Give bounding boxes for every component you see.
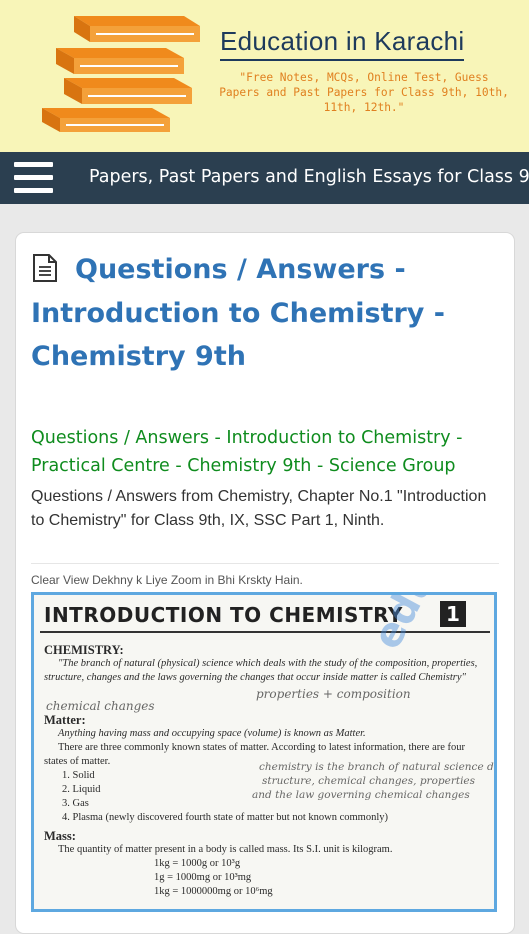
nav-bar: Papers, Past Papers and English Essays f… xyxy=(0,152,529,204)
scan-unit-row: 1kg = 1000000mg or 10⁶mg xyxy=(154,886,273,897)
scan-section-matter: Matter: xyxy=(44,713,86,727)
books-stack-icon[interactable] xyxy=(34,12,202,134)
scan-handwriting: structure, chemical changes, properties xyxy=(262,775,476,787)
scan-chemistry-definition: "The branch of natural (physical) scienc… xyxy=(44,658,478,683)
scan-handwriting: chemistry is the branch of natural scien… xyxy=(259,761,494,773)
site-tagline: "Free Notes, MCQs, Online Test, Guess Pa… xyxy=(219,71,509,114)
scan-unit-row: 1kg = 1000g or 10³g xyxy=(154,858,241,869)
scan-handwriting: and the law governing chemical changes xyxy=(252,789,470,801)
scan-handwriting: chemical changes xyxy=(46,699,155,713)
scan-state-item: 4. Plasma (newly discovered fourth state… xyxy=(62,812,389,823)
zoom-note: Clear View Dekhny k Liye Zoom in Bhi Krs… xyxy=(31,573,303,587)
nav-marquee-text[interactable]: Papers, Past Papers and English Essays f… xyxy=(89,167,529,187)
scan-matter-definition: Anything having mass and occupying space… xyxy=(58,728,366,739)
scan-heading: INTRODUCTION TO CHEMISTRY xyxy=(44,603,403,627)
post-subtitle: Questions / Answers - Introduction to Ch… xyxy=(31,428,463,476)
scan-handwriting: properties + composition xyxy=(256,687,411,701)
scan-rule xyxy=(40,631,490,633)
divider xyxy=(31,563,499,564)
post-description: Questions / Answers from Chemistry, Chap… xyxy=(31,488,487,529)
post-title[interactable]: Questions / Answers - Introduction to Ch… xyxy=(31,248,491,379)
scan-unit-row: 1g = 1000mg or 10³mg xyxy=(154,872,252,883)
scan-section-chemistry: CHEMISTRY: xyxy=(44,643,124,657)
scan-mass-definition: The quantity of matter present in a body… xyxy=(58,844,393,855)
hamburger-menu-icon[interactable] xyxy=(14,160,54,196)
scan-chapter-number: 1 xyxy=(440,601,466,627)
scan-section-mass: Mass: xyxy=(44,829,76,843)
notes-scan-image[interactable]: INTRODUCTION TO CHEMISTRY 1 CHEMISTRY: "… xyxy=(31,592,497,912)
site-title[interactable]: Education in Karachi xyxy=(220,26,465,61)
site-header: Education in Karachi "Free Notes, MCQs, … xyxy=(0,0,529,152)
